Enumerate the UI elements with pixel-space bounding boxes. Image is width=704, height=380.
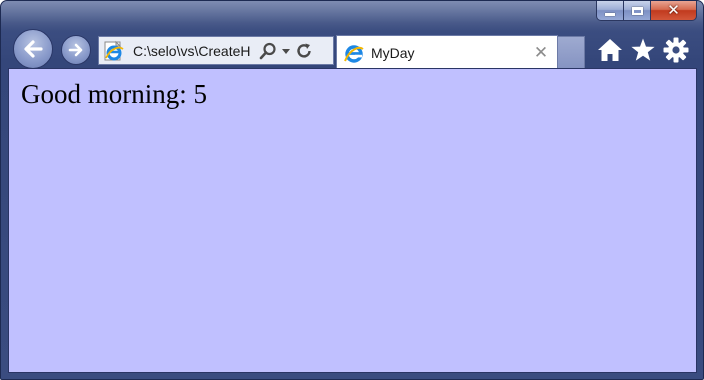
- ie-logo-icon: [344, 44, 364, 63]
- dropdown-arrow-icon: [282, 48, 290, 54]
- minimize-button[interactable]: [596, 1, 624, 21]
- tab-close-icon[interactable]: ✕: [533, 43, 549, 63]
- favorites-button[interactable]: [630, 37, 656, 63]
- search-icon: [259, 42, 276, 59]
- close-button[interactable]: ✕: [651, 1, 697, 21]
- favorites-star-icon: [631, 38, 655, 61]
- back-button[interactable]: [13, 29, 53, 69]
- tools-button[interactable]: [663, 37, 689, 63]
- minimize-icon: [605, 12, 615, 16]
- close-icon: ✕: [667, 1, 680, 19]
- greeting-text: Good morning: 5: [21, 79, 207, 109]
- browser-window: ✕ C:\selo\vs\CreateH MyDay ✕ Good mornin…: [0, 0, 704, 380]
- tab-title: MyDay: [371, 44, 415, 61]
- back-arrow-icon: [24, 40, 43, 58]
- address-input[interactable]: C:\selo\vs\CreateH: [133, 43, 255, 59]
- address-bar[interactable]: C:\selo\vs\CreateH: [98, 36, 334, 65]
- address-dropdown[interactable]: [280, 45, 292, 57]
- search-button[interactable]: [259, 42, 277, 60]
- maximize-button[interactable]: [624, 1, 651, 21]
- refresh-icon: [297, 43, 311, 57]
- ie-logo-icon: [104, 40, 124, 60]
- forward-button[interactable]: [61, 35, 91, 65]
- maximize-icon: [631, 6, 643, 15]
- home-button[interactable]: [597, 37, 623, 63]
- new-tab-button[interactable]: [558, 36, 585, 69]
- refresh-button[interactable]: [295, 42, 313, 60]
- forward-arrow-icon: [68, 43, 83, 57]
- page-content: Good morning: 5: [8, 68, 697, 373]
- home-icon: [598, 39, 622, 61]
- command-toolbar: [597, 37, 689, 63]
- caption-buttons: ✕: [596, 1, 697, 25]
- settings-gear-icon: [663, 37, 689, 63]
- address-tools: [259, 42, 313, 60]
- tab-myday[interactable]: MyDay ✕: [336, 35, 558, 69]
